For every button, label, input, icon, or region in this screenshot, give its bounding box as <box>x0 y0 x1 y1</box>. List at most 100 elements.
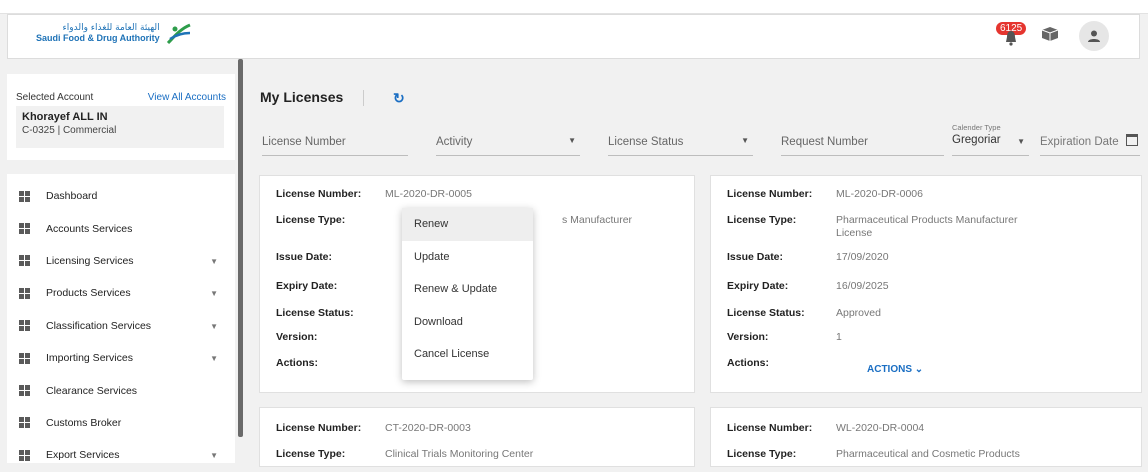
license-type-label: License Type: <box>276 448 346 460</box>
license-number-value: ML-2020-DR-0006 <box>836 188 923 200</box>
license-number-label: License Number: <box>727 422 813 434</box>
license-number-value: CT-2020-DR-0003 <box>385 422 471 434</box>
sidebar-item-label: Importing Services <box>46 352 133 365</box>
sidebar-item-label: Classification Services <box>46 319 152 332</box>
license-number-value: WL-2020-DR-0004 <box>836 422 925 434</box>
license-card: License Number: CT-2020-DR-0003 License T… <box>259 407 695 467</box>
view-all-accounts-link[interactable]: View All Accounts <box>148 92 226 103</box>
license-type-value-line2: License <box>836 227 873 239</box>
actions-dropdown-menu: Renew Update Renew & Update Download Can… <box>402 208 533 380</box>
page-title: My Licenses <box>260 89 344 105</box>
box-icon[interactable] <box>1041 26 1059 47</box>
menu-item-renew[interactable]: Renew <box>402 208 533 241</box>
dropdown-arrow-icon: ▼ <box>1017 137 1025 146</box>
menu-item-update[interactable]: Update <box>402 241 533 274</box>
sidebar-item-label: Export Services <box>46 449 120 462</box>
logo-leaf-icon <box>166 23 191 45</box>
sidebar-item-label: Dashboard <box>46 190 98 203</box>
user-avatar-icon[interactable] <box>1079 21 1109 51</box>
license-type-label: License Type: <box>276 214 346 226</box>
activity-filter[interactable]: Activity ▼ <box>436 128 580 156</box>
expiration-date-placeholder: Expiration Date <box>1040 135 1119 148</box>
sidebar-item-export-services[interactable]: Export Services ▼ <box>7 439 235 471</box>
license-card: License Number: ML-2020-DR-0006 License T… <box>710 175 1142 393</box>
logo-english-text: Saudi Food & Drug Authority <box>36 33 160 43</box>
chevron-down-icon: ▼ <box>210 353 218 363</box>
request-number-placeholder: Request Number <box>781 135 868 148</box>
chevron-down-icon: ▼ <box>210 256 218 266</box>
sidebar-item-label: Products Services <box>46 287 131 300</box>
grid-icon <box>19 287 30 299</box>
actions-button[interactable]: ACTIONS ⌄ <box>867 364 923 375</box>
license-number-label: License Number: <box>276 422 362 434</box>
sidebar-item-importing-services[interactable]: Importing Services ▼ <box>7 342 235 374</box>
app-header: الهيئة العامة للغذاء والدواء Saudi Food … <box>7 14 1140 59</box>
license-type-value: Pharmaceutical and Cosmetic Products <box>836 448 1020 460</box>
expiry-date-label: Expiry Date: <box>276 280 338 292</box>
sidebar-item-label: Customs Broker <box>46 416 122 429</box>
grid-icon <box>19 320 30 332</box>
grid-icon <box>19 223 30 235</box>
sidebar-item-clearance-services[interactable]: Clearance Services <box>7 374 235 406</box>
grid-icon <box>19 190 30 202</box>
title-divider <box>363 90 364 106</box>
account-code: C-0325 | Commercial <box>22 125 117 136</box>
sidebar-item-accounts-services[interactable]: Accounts Services <box>7 212 235 244</box>
refresh-icon[interactable]: ↻ <box>393 90 405 107</box>
calendar-icon[interactable] <box>1126 134 1138 146</box>
chevron-down-icon: ▼ <box>210 321 218 331</box>
sidebar-item-dashboard[interactable]: Dashboard <box>7 180 235 212</box>
calendar-type-select[interactable]: Gregoriar ▼ <box>952 134 1029 156</box>
license-type-label: License Type: <box>727 448 797 460</box>
sidebar-item-label: Licensing Services <box>46 254 134 267</box>
expiration-date-filter[interactable]: Expiration Date <box>1040 128 1140 156</box>
license-type-value: s Manufacturer <box>562 214 633 226</box>
license-status-label: License Status: <box>276 307 354 319</box>
menu-item-renew-and-update[interactable]: Renew & Update <box>402 273 533 306</box>
sidebar-item-label: Clearance Services <box>46 384 138 397</box>
license-number-label: License Number: <box>727 188 813 200</box>
menu-item-cancel-license[interactable]: Cancel License <box>402 338 533 371</box>
grid-icon <box>19 255 30 267</box>
license-status-filter[interactable]: License Status ▼ <box>608 128 753 156</box>
sidebar: Selected Account View All Accounts Khora… <box>7 74 235 463</box>
version-label: Version: <box>727 331 769 343</box>
sidebar-item-classification-services[interactable]: Classification Services ▼ <box>7 310 235 342</box>
version-value: 1 <box>836 331 842 343</box>
license-number-value: ML-2020-DR-0005 <box>385 188 472 200</box>
actions-label: Actions: <box>276 357 318 369</box>
expiry-date-label: Expiry Date: <box>727 280 789 292</box>
grid-icon <box>19 449 30 461</box>
grid-icon <box>19 352 30 364</box>
license-status-value: Approved <box>836 307 881 319</box>
license-type-value: Clinical Trials Monitoring Center <box>385 448 534 460</box>
selected-account-label: Selected Account <box>16 92 94 103</box>
issue-date-value: 17/09/2020 <box>836 251 889 263</box>
actions-label: Actions: <box>727 357 769 369</box>
selected-account-box[interactable]: Khorayef ALL IN C-0325 | Commercial <box>16 106 224 148</box>
activity-placeholder: Activity <box>436 135 473 148</box>
sidebar-scrollbar[interactable] <box>238 59 243 437</box>
notifications-bell-icon[interactable]: 6125 <box>995 21 1028 46</box>
license-card: License Number: WL-2020-DR-0004 License T… <box>710 407 1142 467</box>
account-name: Khorayef ALL IN <box>22 111 108 123</box>
grid-icon <box>19 417 30 429</box>
license-number-label: License Number: <box>276 188 362 200</box>
sidebar-divider <box>7 160 235 174</box>
license-number-filter[interactable]: License Number <box>262 128 408 156</box>
license-status-label: License Status: <box>727 307 805 319</box>
sidebar-item-customs-broker[interactable]: Customs Broker <box>7 407 235 439</box>
sidebar-menu: Dashboard Accounts Services Licensing Se… <box>7 180 235 472</box>
sidebar-item-label: Accounts Services <box>46 222 133 235</box>
version-label: Version: <box>276 331 318 343</box>
calendar-type-value: Gregoriar <box>952 134 1001 146</box>
request-number-filter[interactable]: Request Number <box>781 128 944 156</box>
issue-date-label: Issue Date: <box>727 251 784 263</box>
sfda-logo[interactable]: الهيئة العامة للغذاء والدواء Saudi Food … <box>36 23 192 45</box>
grid-icon <box>19 385 30 397</box>
menu-item-download[interactable]: Download <box>402 306 533 339</box>
dropdown-arrow-icon: ▼ <box>568 136 576 145</box>
sidebar-item-licensing-services[interactable]: Licensing Services ▼ <box>7 245 235 277</box>
sidebar-item-products-services[interactable]: Products Services ▼ <box>7 277 235 309</box>
license-number-placeholder: License Number <box>262 135 346 148</box>
